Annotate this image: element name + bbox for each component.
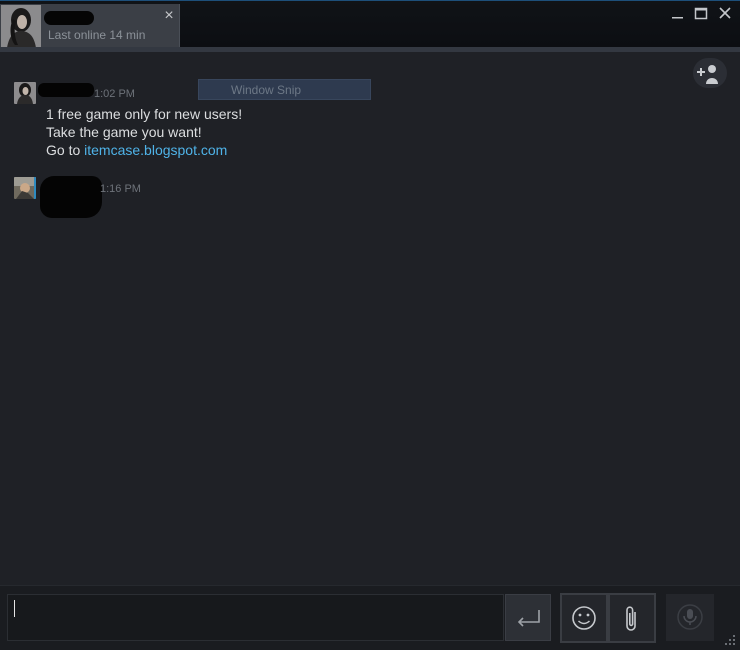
title-bar: Last online 14 min × <box>0 0 740 49</box>
close-icon <box>719 7 731 19</box>
smiley-icon <box>572 606 596 630</box>
attach-button[interactable] <box>610 595 654 641</box>
redacted-message <box>40 176 102 218</box>
paperclip-icon <box>626 606 636 631</box>
minimize-icon <box>672 17 683 19</box>
avatar <box>1 5 41 48</box>
maximize-button[interactable] <box>691 5 711 23</box>
redacted-username <box>44 11 94 25</box>
composer-tools <box>560 593 656 643</box>
chat-tab[interactable]: Last online 14 min × <box>0 4 180 49</box>
microphone-icon <box>677 604 703 630</box>
add-friend-button[interactable] <box>693 58 727 88</box>
message-timestamp: 1:16 PM <box>100 183 141 195</box>
voice-chat-button[interactable] <box>666 594 714 641</box>
maximize-icon <box>694 7 708 20</box>
close-window-button[interactable] <box>715 5 735 23</box>
message-line: Go to itemcase.blogspot.com <box>46 141 242 159</box>
resize-grip[interactable] <box>724 634 736 646</box>
add-user-icon <box>697 65 718 84</box>
sender-avatar <box>14 82 36 104</box>
emoticon-button[interactable] <box>562 595 606 641</box>
message-link[interactable]: itemcase.blogspot.com <box>84 142 227 158</box>
composer <box>0 585 740 650</box>
online-status: Last online 14 min <box>48 28 146 42</box>
chat-log: 1:02 PM Window Snip 1 free game only for… <box>0 52 740 585</box>
message-input[interactable] <box>7 594 504 641</box>
send-button[interactable] <box>505 594 551 641</box>
enter-arrow-icon <box>517 610 540 627</box>
own-avatar <box>14 177 36 199</box>
message-timestamp: 1:02 PM <box>94 88 135 100</box>
redacted-sender-name <box>38 83 94 97</box>
message-line: 1 free game only for new users! <box>46 106 243 122</box>
window-snip-label: Window Snip <box>231 83 302 97</box>
message-body: 1 free game only for new users! Take the… <box>46 105 242 159</box>
tab-close-button[interactable]: × <box>161 8 177 24</box>
message-line: Take the game you want! <box>46 124 202 140</box>
minimize-button[interactable] <box>668 5 688 23</box>
window-snip-overlay: Window Snip <box>198 79 371 100</box>
text-caret <box>14 600 15 617</box>
message-link-prefix: Go to <box>46 142 85 158</box>
